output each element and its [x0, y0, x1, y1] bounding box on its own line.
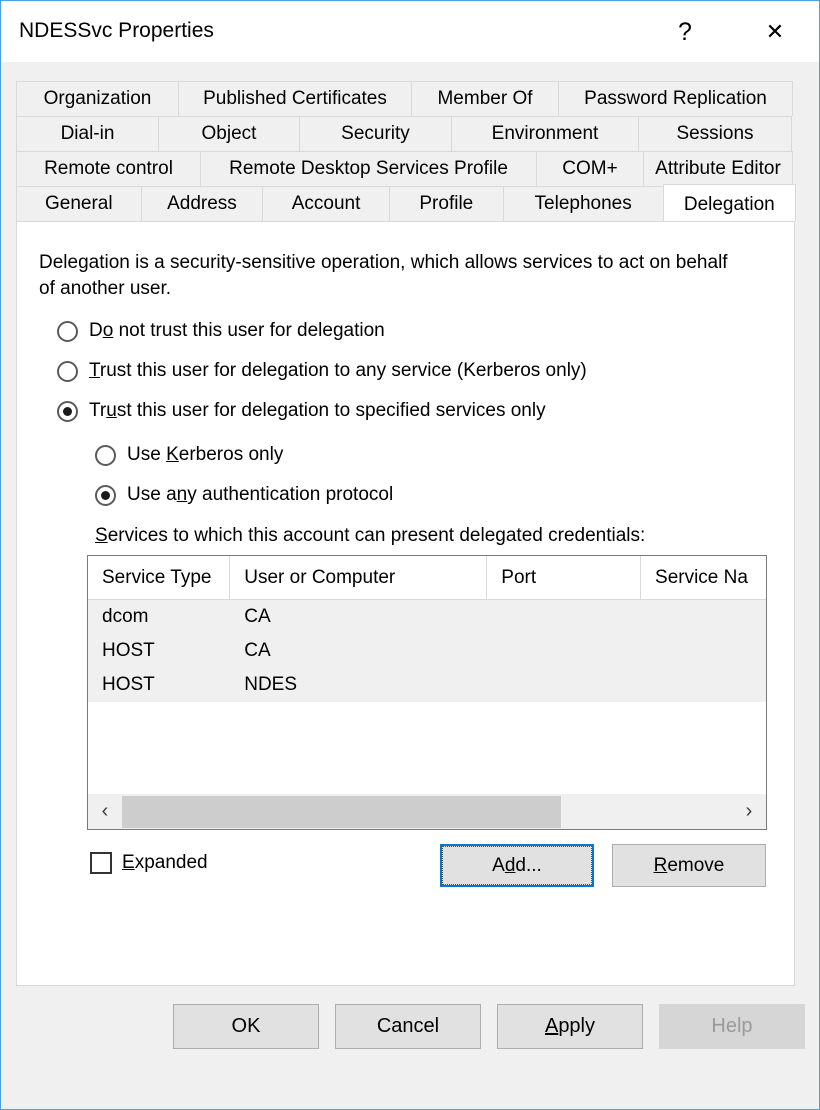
- tab-remote-control[interactable]: Remote control: [16, 151, 201, 186]
- title-bar: NDESSvc Properties ? ✕: [2, 2, 819, 62]
- services-list-view[interactable]: Service Type User or Computer Port Service …: [87, 555, 767, 830]
- close-icon[interactable]: ✕: [747, 3, 803, 61]
- tab-published-certificates[interactable]: Published Certificates: [178, 81, 412, 116]
- table-row[interactable]: HOST CA: [88, 634, 766, 668]
- tab-label: Sessions: [676, 123, 754, 144]
- tab-sessions[interactable]: Sessions: [638, 116, 792, 151]
- ok-button[interactable]: OK: [173, 1004, 319, 1049]
- tab-row-2: Dial-in Object Security Environment Sessions: [16, 116, 795, 151]
- tab-label: Object: [201, 123, 257, 144]
- help-button: Help: [659, 1004, 805, 1049]
- tab-label: Dial-in: [60, 123, 115, 144]
- tab-label: Delegation: [683, 194, 775, 215]
- tab-object[interactable]: Object: [158, 116, 300, 151]
- tab-member-of[interactable]: Member Of: [411, 81, 559, 116]
- table-cell: CA: [244, 606, 271, 627]
- apply-button[interactable]: Apply: [497, 1004, 643, 1049]
- checkbox-label: Expanded: [122, 852, 208, 873]
- help-icon[interactable]: ?: [657, 3, 713, 61]
- tab-row-1: Organization Published Certificates Member…: [16, 81, 795, 116]
- column-header-service-type[interactable]: Service Type: [88, 556, 231, 599]
- scroll-left-icon[interactable]: ‹: [88, 793, 122, 829]
- remove-button-label: Remove: [653, 854, 725, 876]
- radio-indicator: [95, 484, 116, 506]
- tab-account[interactable]: Account: [262, 186, 390, 221]
- table-row[interactable]: dcom CA: [88, 600, 766, 634]
- list-header: Service Type User or Computer Port Service …: [88, 556, 766, 600]
- remove-button[interactable]: Remove: [612, 844, 766, 887]
- table-cell: NDES: [244, 674, 298, 695]
- radio-indicator: [57, 400, 78, 422]
- tab-dial-in[interactable]: Dial-in: [16, 116, 159, 151]
- expanded-checkbox[interactable]: Expanded: [90, 852, 208, 874]
- tab-security[interactable]: Security: [299, 116, 452, 151]
- tab-label: Account: [291, 193, 361, 214]
- properties-dialog: NDESSvc Properties ? ✕ Organization Publi…: [0, 0, 820, 1110]
- tab-password-replication[interactable]: Password Replication: [558, 81, 793, 116]
- tab-label: Password Replication: [584, 88, 767, 109]
- tab-com[interactable]: COM+: [536, 151, 644, 186]
- tab-delegation[interactable]: Delegation: [662, 184, 796, 221]
- tab-label: Telephones: [534, 193, 632, 214]
- tab-panel-delegation: Delegation is a security-sensitive opera…: [16, 221, 795, 986]
- tab-environment[interactable]: Environment: [451, 116, 639, 151]
- column-header-service-na[interactable]: Service Na: [641, 556, 766, 599]
- services-list-label: Services to which this account can prese…: [95, 525, 646, 546]
- tab-label: Published Certificates: [203, 88, 387, 109]
- tab-label: Attribute Editor: [655, 158, 781, 179]
- table-cell: dcom: [102, 606, 149, 627]
- tab-strip: Organization Published Certificates Member…: [16, 81, 796, 221]
- window-title: NDESSvc Properties: [19, 19, 214, 42]
- tab-address[interactable]: Address: [140, 186, 264, 221]
- scroll-right-icon[interactable]: ›: [732, 793, 766, 829]
- tab-attribute-editor[interactable]: Attribute Editor: [643, 151, 793, 186]
- radio-trust-specified-services[interactable]: Trust this user for delegation to specif…: [57, 400, 546, 422]
- cancel-button[interactable]: Cancel: [335, 1004, 481, 1049]
- tab-row-3: Remote control Remote Desktop Services Pr…: [16, 151, 795, 186]
- tab-label: Remote Desktop Services Profile: [229, 158, 508, 179]
- tab-row-4: General Address Account Profile Telephones De…: [16, 184, 796, 221]
- checkbox-indicator: [90, 852, 112, 874]
- tab-label: Profile: [419, 193, 474, 214]
- radio-use-any-auth-protocol[interactable]: Use any authentication protocol: [95, 484, 393, 506]
- table-row[interactable]: HOST NDES: [88, 668, 766, 702]
- tab-label: Member Of: [437, 88, 533, 109]
- add-button[interactable]: Ad d...: [440, 844, 594, 887]
- tab-label: COM+: [562, 158, 618, 179]
- radio-use-kerberos-only[interactable]: Use Kerberos only: [95, 444, 283, 466]
- list-rows: dcom CA HOST CA HOST NDES: [88, 600, 766, 702]
- horizontal-scrollbar[interactable]: ‹ ›: [88, 793, 766, 829]
- radio-label: Use any authentication protocol: [127, 484, 394, 505]
- tab-label: Address: [167, 193, 237, 214]
- radio-indicator: [95, 444, 116, 466]
- tab-organization[interactable]: Organization: [16, 81, 179, 116]
- tab-general[interactable]: General: [16, 186, 142, 221]
- radio-label: Trust this user for delegation to specif…: [89, 400, 546, 421]
- tab-label: General: [45, 193, 113, 214]
- scrollbar-thumb[interactable]: [122, 795, 562, 828]
- tab-label: Organization: [43, 88, 152, 109]
- table-cell: HOST: [102, 674, 155, 695]
- tab-remote-desktop-services-profile[interactable]: Remote Desktop Services Profile: [200, 151, 537, 186]
- tab-label: Environment: [491, 123, 599, 144]
- column-header-port[interactable]: Port: [487, 556, 642, 599]
- scrollbar-track[interactable]: [122, 793, 732, 829]
- radio-label: Use Kerberos only: [127, 444, 284, 465]
- add-button-label: Ad d...: [442, 846, 592, 885]
- tab-label: Security: [341, 123, 410, 144]
- column-header-user-or-computer[interactable]: User or Computer: [230, 556, 488, 599]
- radio-indicator: [57, 320, 78, 342]
- tab-profile[interactable]: Profile: [388, 186, 504, 221]
- tab-label: Remote control: [44, 158, 173, 179]
- delegation-description: Delegation is a security-sensitive opera…: [39, 252, 728, 299]
- table-cell: HOST: [102, 640, 155, 661]
- radio-do-not-trust[interactable]: Do not trust this user for delegation: [57, 320, 385, 342]
- radio-label: Do not trust this user for delegation: [89, 320, 385, 341]
- tab-telephones[interactable]: Telephones: [502, 186, 664, 221]
- radio-label: Trust this user for delegation to any se…: [89, 360, 587, 381]
- radio-trust-any-service[interactable]: Trust this user for delegation to any se…: [57, 360, 587, 382]
- radio-indicator: [57, 360, 78, 382]
- table-cell: CA: [244, 640, 271, 661]
